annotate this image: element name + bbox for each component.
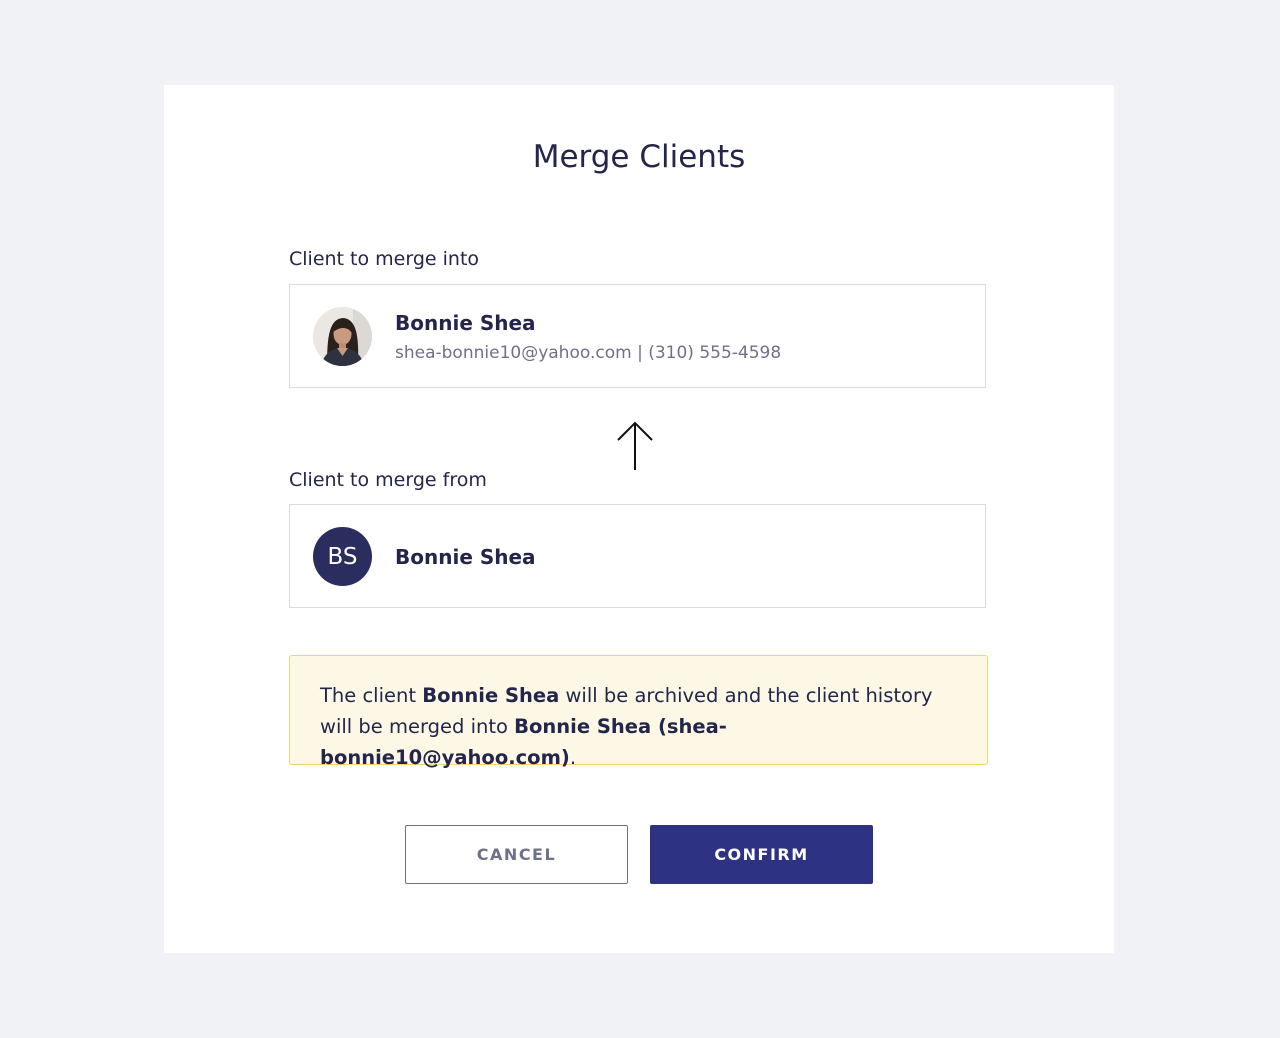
notice-text: The client: [320, 684, 423, 707]
client-contact-info: shea-bonnie10@yahoo.com | (310) 555-4598: [395, 343, 782, 363]
cancel-button[interactable]: CANCEL: [405, 825, 628, 884]
merge-warning-notice: The client Bonnie Shea will be archived …: [289, 655, 988, 769]
dialog-title: Merge Clients: [532, 139, 746, 175]
merge-from-client-card[interactable]: BS Bonnie Shea: [289, 504, 986, 608]
client-name: Bonnie Shea: [395, 545, 536, 569]
client-avatar-photo: [313, 307, 372, 366]
client-avatar-initials: BS: [313, 527, 372, 586]
client-photo-icon: [313, 307, 372, 366]
notice-text: .: [569, 746, 577, 769]
notice-archived-client: Bonnie Shea: [422, 684, 560, 707]
merge-from-label: Client to merge from: [289, 469, 487, 491]
merge-into-client-card[interactable]: Bonnie Shea shea-bonnie10@yahoo.com | (3…: [289, 284, 986, 388]
client-name: Bonnie Shea: [395, 311, 536, 335]
arrow-up-icon: [617, 421, 653, 470]
merge-clients-dialog: Merge Clients Client to merge into Bonni…: [164, 85, 1114, 953]
merge-into-label: Client to merge into: [289, 248, 480, 270]
confirm-button[interactable]: CONFIRM: [650, 825, 873, 884]
